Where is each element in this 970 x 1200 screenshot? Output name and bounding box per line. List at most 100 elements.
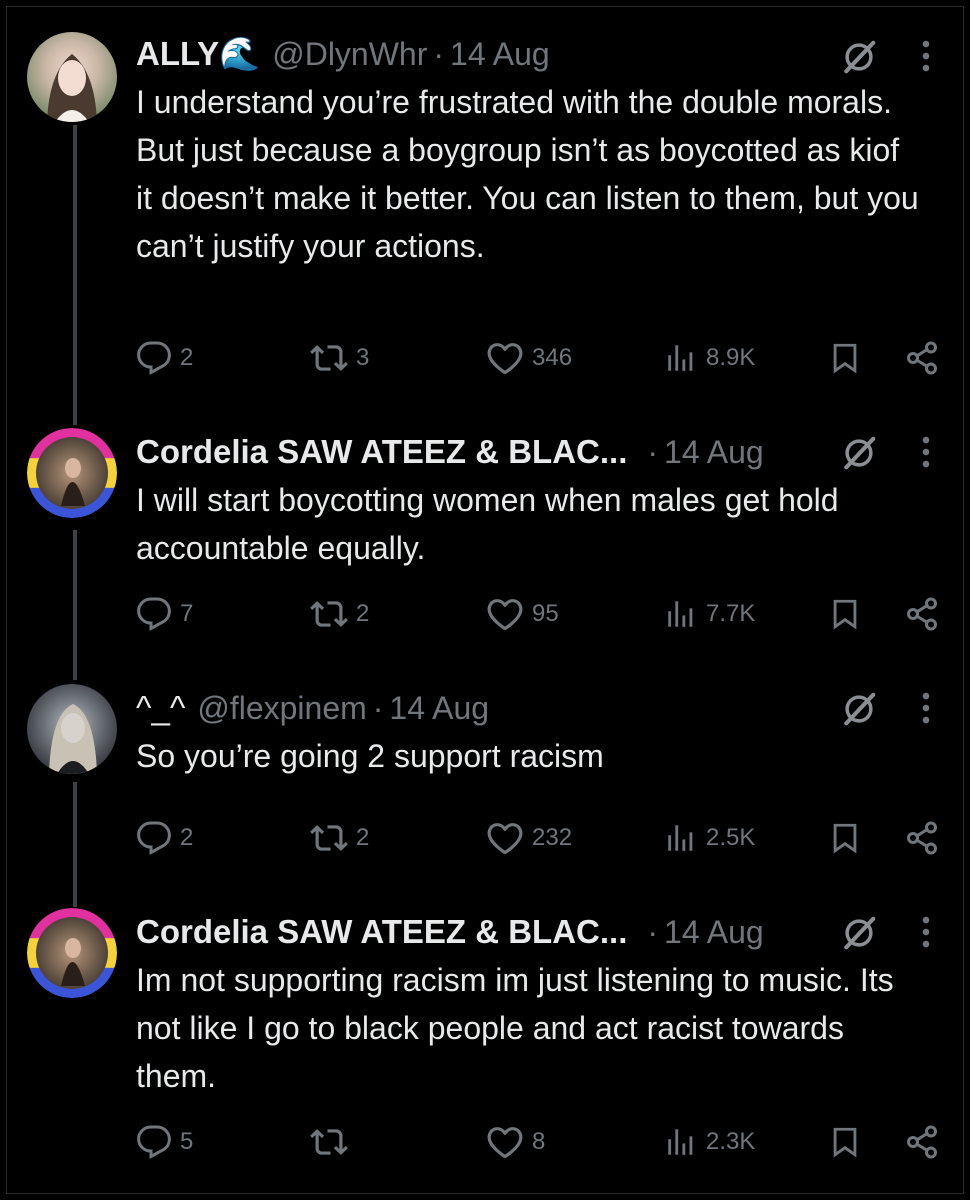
tweet-actions: 7 2 95 7.7K — [136, 594, 946, 634]
views-button[interactable]: 2.3K — [664, 1122, 755, 1162]
view-count: 8.9K — [706, 344, 756, 371]
bookmark-icon — [828, 341, 862, 375]
bookmark-icon — [828, 597, 862, 631]
more-icon[interactable] — [920, 690, 932, 726]
repost-count: 2 — [356, 600, 370, 627]
heart-icon — [486, 595, 524, 633]
reply-icon — [136, 340, 172, 376]
views-icon — [664, 597, 698, 631]
avatar[interactable] — [27, 684, 117, 774]
view-count: 2.3K — [706, 1128, 756, 1155]
share-icon — [904, 340, 940, 376]
views-icon — [664, 341, 698, 375]
more-icon[interactable] — [920, 38, 932, 74]
tweet-text: I will start boycotting women when males… — [136, 482, 839, 566]
repost-count: 3 — [356, 344, 370, 371]
share-icon — [904, 820, 940, 856]
like-button[interactable]: 346 — [486, 338, 572, 378]
reply-count: 7 — [180, 600, 194, 627]
repost-icon — [310, 339, 348, 377]
bookmark-button[interactable] — [828, 818, 862, 858]
tweet[interactable]: ^_^ @flexpinem · 14 Aug So you’re going … — [0, 684, 970, 874]
tweet-header: ^_^ @flexpinem · 14 Aug — [136, 686, 489, 730]
more-icon[interactable] — [920, 914, 932, 950]
tweet-actions: 5 8 2.3K — [136, 1122, 946, 1162]
views-button[interactable]: 7.7K — [664, 594, 755, 634]
repost-button[interactable]: 2 — [310, 594, 369, 634]
repost-icon — [310, 819, 348, 857]
reply-button[interactable]: 5 — [136, 1122, 193, 1162]
more-icon[interactable] — [920, 434, 932, 470]
tweet-header: Cordelia SAW ATEEZ & BLAC... · 14 Aug — [136, 910, 764, 954]
heart-icon — [486, 339, 524, 377]
tweet-header: Cordelia SAW ATEEZ & BLAC... · 14 Aug — [136, 430, 764, 474]
tweet[interactable]: Cordelia SAW ATEEZ & BLAC... · 14 Aug I … — [0, 428, 970, 648]
heart-icon — [486, 1123, 524, 1161]
like-button[interactable]: 95 — [486, 594, 559, 634]
avatar[interactable] — [27, 908, 117, 998]
bookmark-button[interactable] — [828, 338, 862, 378]
repost-count: 2 — [356, 824, 370, 851]
repost-icon — [310, 595, 348, 633]
views-icon — [664, 1125, 698, 1159]
bookmark-button[interactable] — [828, 1122, 862, 1162]
display-name[interactable]: Cordelia SAW ATEEZ & BLAC... — [136, 433, 627, 471]
view-count: 7.7K — [706, 600, 756, 627]
tweet[interactable]: Cordelia SAW ATEEZ & BLAC... · 14 Aug Im… — [0, 908, 970, 1168]
timestamp[interactable]: 14 Aug — [664, 914, 764, 951]
grok-icon[interactable] — [840, 690, 878, 728]
repost-button[interactable] — [310, 1122, 356, 1162]
separator: · — [372, 689, 384, 726]
repost-button[interactable]: 3 — [310, 338, 369, 378]
avatar[interactable] — [27, 32, 117, 122]
tweet-actions: 2 3 346 8.9K — [136, 338, 946, 378]
view-count: 2.5K — [706, 824, 756, 851]
timestamp[interactable]: 14 Aug — [664, 434, 764, 471]
reply-count: 2 — [180, 824, 194, 851]
share-button[interactable] — [904, 1122, 940, 1162]
tweet-text: I understand you’re frustrated with the … — [136, 84, 919, 264]
reply-button[interactable]: 2 — [136, 338, 193, 378]
display-name[interactable]: Cordelia SAW ATEEZ & BLAC... — [136, 913, 627, 951]
bookmark-icon — [828, 821, 862, 855]
timestamp[interactable]: 14 Aug — [389, 690, 489, 727]
timestamp[interactable]: 14 Aug — [450, 36, 550, 73]
display-name[interactable]: ALLY🌊 — [136, 35, 260, 74]
grok-icon[interactable] — [840, 434, 878, 472]
reply-icon — [136, 596, 172, 632]
avatar[interactable] — [27, 428, 117, 518]
reply-count: 5 — [180, 1128, 194, 1155]
share-icon — [904, 596, 940, 632]
bookmark-icon — [828, 1125, 862, 1159]
views-button[interactable]: 2.5K — [664, 818, 755, 858]
reply-icon — [136, 1124, 172, 1160]
username[interactable]: @flexpinem — [197, 690, 366, 727]
bookmark-button[interactable] — [828, 594, 862, 634]
separator: · — [647, 913, 659, 950]
like-count: 346 — [532, 344, 573, 371]
display-name[interactable]: ^_^ — [136, 689, 185, 727]
reply-button[interactable]: 7 — [136, 594, 193, 634]
share-icon — [904, 1124, 940, 1160]
tweet-text: Im not supporting racism im just listeni… — [136, 962, 894, 1094]
reply-count: 2 — [180, 344, 194, 371]
share-button[interactable] — [904, 338, 940, 378]
username[interactable]: @DlynWhr — [272, 36, 427, 73]
separator: · — [433, 35, 445, 72]
reply-button[interactable]: 2 — [136, 818, 193, 858]
grok-icon[interactable] — [840, 914, 878, 952]
like-count: 232 — [532, 824, 573, 851]
views-button[interactable]: 8.9K — [664, 338, 755, 378]
tweet-actions: 2 2 232 2.5K — [136, 818, 946, 858]
grok-icon[interactable] — [840, 38, 878, 76]
like-button[interactable]: 232 — [486, 818, 572, 858]
like-button[interactable]: 8 — [486, 1122, 545, 1162]
repost-icon — [310, 1123, 348, 1161]
repost-button[interactable]: 2 — [310, 818, 369, 858]
share-button[interactable] — [904, 594, 940, 634]
share-button[interactable] — [904, 818, 940, 858]
tweet[interactable]: ALLY🌊 @DlynWhr · 14 Aug I understand you… — [0, 30, 970, 390]
like-count: 95 — [532, 600, 559, 627]
tweet-text: So you’re going 2 support racism — [136, 738, 604, 774]
separator: · — [647, 433, 659, 470]
